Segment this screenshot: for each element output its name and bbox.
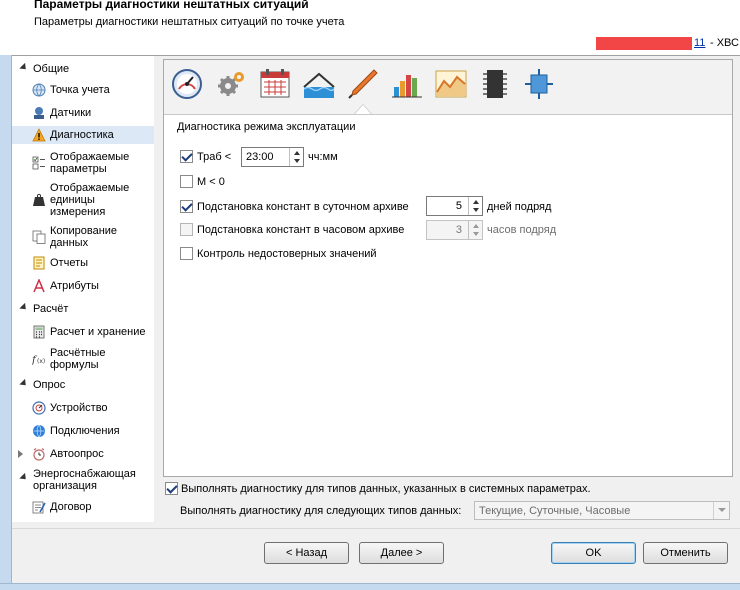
daily-unit: дней подряд: [487, 201, 552, 213]
formula-icon: f (x): [32, 355, 45, 366]
calculator-icon: [33, 325, 45, 339]
expand-triangle-icon[interactable]: [19, 302, 29, 313]
next-button[interactable]: Далее >: [359, 542, 444, 564]
system-types-label: Выполнять диагностику для типов данных, …: [181, 483, 591, 495]
bar-chart-icon[interactable]: [390, 67, 424, 101]
sidebar-item-connections[interactable]: Подключения: [12, 423, 154, 439]
hourly-unit: часов подряд: [487, 224, 557, 236]
svg-text:(x): (x): [37, 358, 45, 365]
object-suffix: - ХВС: [710, 37, 739, 49]
diagnostics-toolbar: [164, 60, 732, 115]
connection-icon: [33, 424, 45, 438]
spinner-arrows-icon[interactable]: [289, 148, 303, 166]
tree-group-calculation[interactable]: Расчёт: [12, 301, 154, 317]
device-icon: [32, 401, 46, 415]
settings-content-panel: Диагностика режима эксплуатации: [163, 59, 733, 477]
sidebar-item-display-params[interactable]: Отображаемые параметры: [12, 150, 154, 176]
invalid-values-label: Контроль недостоверных значений: [197, 248, 377, 260]
expand-triangle-icon[interactable]: [19, 378, 29, 389]
object-link[interactable]: 11: [694, 37, 705, 49]
m-negative-checkbox[interactable]: [180, 175, 193, 188]
globe-icon: [32, 83, 46, 97]
tree-group-general[interactable]: Общие: [12, 61, 154, 77]
daily-substitution-label: Подстановка констант в суточном архиве: [197, 201, 409, 213]
cancel-button[interactable]: Отменить: [643, 542, 728, 564]
hourly-substitution-label: Подстановка констант в часовом архиве: [197, 224, 405, 236]
calendar-icon[interactable]: [258, 67, 292, 101]
m-negative-label: M < 0: [197, 176, 225, 188]
spinner-arrows-icon[interactable]: [468, 221, 482, 239]
water-level-icon[interactable]: [302, 67, 336, 101]
settings-tree: Общие Точка учета Датчики Диагностика От…: [12, 56, 154, 522]
system-types-checkbox[interactable]: [165, 482, 178, 495]
sidebar-item-diagnostics[interactable]: Диагностика: [12, 126, 154, 144]
expand-triangle-icon[interactable]: [19, 62, 29, 73]
sidebar-item-calc-storage[interactable]: Расчет и хранение: [12, 324, 154, 340]
sidebar-item-metering-point[interactable]: Точка учета: [12, 82, 154, 98]
module-icon[interactable]: [522, 67, 556, 101]
section-title: Диагностика режима эксплуатации: [177, 121, 356, 133]
trab-checkbox[interactable]: [180, 150, 193, 163]
gauge-icon[interactable]: [170, 67, 204, 101]
back-button[interactable]: < Назад: [264, 542, 349, 564]
alarm-clock-icon: [33, 448, 45, 461]
copy-icon: [32, 230, 46, 244]
sidebar-item-contract[interactable]: Договор: [12, 499, 154, 515]
gears-icon[interactable]: [214, 67, 248, 101]
area-chart-icon[interactable]: [434, 67, 468, 101]
warning-icon: [32, 128, 46, 142]
sidebar-item-autopoll[interactable]: Автоопрос: [12, 446, 154, 462]
collapsed-triangle-icon[interactable]: [18, 450, 23, 458]
daily-substitution-checkbox[interactable]: [180, 200, 193, 213]
invalid-values-checkbox[interactable]: [180, 247, 193, 260]
sidebar-item-copy-data[interactable]: Копирование данных: [12, 224, 154, 250]
hourly-substitution-checkbox[interactable]: [180, 223, 193, 236]
page-title: Параметры диагностики нештатных ситуаций: [34, 0, 309, 11]
sidebar-item-device[interactable]: Устройство: [12, 400, 154, 416]
sidebar-item-formulas[interactable]: f (x) Расчётные формулы: [12, 346, 154, 372]
sensor-icon: [34, 107, 44, 119]
pen-icon[interactable]: [346, 67, 380, 101]
redacted-object-name: [596, 37, 692, 50]
tree-group-polling[interactable]: Опрос: [12, 377, 154, 393]
tree-scroll-gutter: [154, 56, 160, 522]
sidebar-item-sensors[interactable]: Датчики: [12, 105, 154, 121]
window-frame-bottom: [0, 583, 740, 590]
report-icon: [33, 256, 45, 270]
daily-days-input[interactable]: 5: [426, 196, 483, 216]
dialog-header: Параметры диагностики нештатных ситуаций…: [0, 0, 740, 55]
expand-triangle-icon[interactable]: [19, 472, 29, 483]
types-label: Выполнять диагностику для следующих типо…: [180, 505, 462, 517]
sidebar-item-reports[interactable]: Отчеты: [12, 255, 154, 271]
tree-group-supplier[interactable]: Энергоснабжающая организация: [12, 467, 154, 493]
contract-icon: [32, 501, 46, 514]
trab-unit: чч:мм: [308, 151, 338, 163]
window-frame-left: [0, 0, 12, 590]
chip-icon[interactable]: [478, 67, 512, 101]
footer-separator: [12, 528, 740, 529]
active-tab-pointer: [355, 105, 371, 114]
page-subtitle: Параметры диагностики нештатных ситуаций…: [34, 16, 345, 28]
trab-time-input[interactable]: 23:00: [241, 147, 304, 167]
trab-label: Траб <: [197, 151, 232, 163]
sidebar-item-attributes[interactable]: Атрибуты: [12, 278, 154, 294]
data-types-select[interactable]: Текущие, Суточные, Часовые: [474, 501, 730, 520]
ok-button[interactable]: OK: [551, 542, 636, 564]
weight-icon: [33, 193, 45, 206]
hourly-hours-input[interactable]: 3: [426, 220, 483, 240]
checklist-icon: [32, 156, 45, 170]
attribute-icon: [33, 279, 45, 293]
spinner-arrows-icon[interactable]: [468, 197, 482, 215]
sidebar-item-display-units[interactable]: Отображаемые единицы измерения: [12, 180, 154, 220]
chevron-down-icon[interactable]: [713, 502, 729, 519]
